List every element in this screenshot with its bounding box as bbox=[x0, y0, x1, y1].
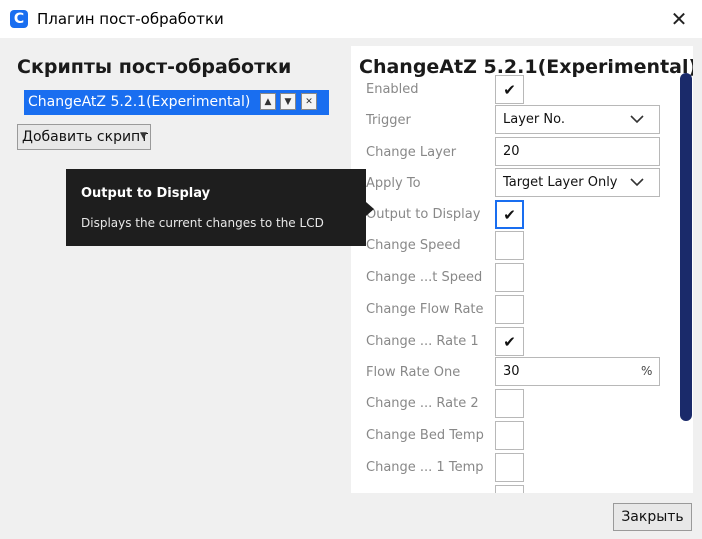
label-enabled: Enabled bbox=[366, 82, 419, 97]
settings-title: ChangeAtZ 5.2.1(Experimental) bbox=[359, 56, 693, 78]
vertical-scrollbar[interactable] bbox=[680, 73, 692, 421]
change-extruder-1-temp-checkbox[interactable] bbox=[495, 453, 524, 482]
label-change-extruder-1-temp: Change ... 1 Temp bbox=[366, 460, 484, 475]
chevron-down-icon bbox=[630, 178, 644, 187]
label-change-flow-rate-1: Change ... Rate 1 bbox=[366, 334, 479, 349]
label-change-layer: Change Layer bbox=[366, 145, 457, 160]
window-title: Плагин пост-обработки bbox=[37, 10, 224, 28]
trigger-select[interactable]: Layer No. bbox=[495, 105, 660, 134]
title-bar: C Плагин пост-обработки ✕ bbox=[0, 0, 702, 38]
apply-to-value: Target Layer Only bbox=[503, 175, 618, 190]
tooltip-text: Displays the current changes to the LCD bbox=[81, 216, 324, 230]
label-trigger: Trigger bbox=[366, 113, 411, 128]
change-flow-rate-2-checkbox[interactable] bbox=[495, 389, 524, 418]
percent-unit: % bbox=[641, 364, 653, 378]
change-layer-input[interactable]: 20 bbox=[495, 137, 660, 166]
label-change-flow-rate: Change Flow Rate bbox=[366, 302, 484, 317]
remove-script-icon[interactable]: ✕ bbox=[301, 93, 317, 110]
move-up-icon[interactable]: ▲ bbox=[260, 93, 276, 110]
label-change-print-speed: Change ...t Speed bbox=[366, 270, 483, 285]
change-flow-rate-checkbox[interactable] bbox=[495, 295, 524, 324]
trigger-value: Layer No. bbox=[503, 112, 565, 127]
output-to-display-checkbox[interactable]: ✔ bbox=[495, 200, 524, 229]
cura-logo-icon: C bbox=[10, 10, 28, 28]
scripts-heading: Скрипты пост-обработки bbox=[17, 56, 292, 78]
check-icon: ✔ bbox=[503, 205, 516, 224]
label-change-bed-temp: Change Bed Temp bbox=[366, 428, 484, 443]
check-icon: ✔ bbox=[503, 332, 516, 351]
tooltip-title: Output to Display bbox=[81, 186, 211, 201]
change-print-speed-checkbox[interactable] bbox=[495, 263, 524, 292]
dropdown-arrow-icon: ▼ bbox=[140, 131, 147, 141]
script-settings-panel: ChangeAtZ 5.2.1(Experimental) Enabled ✔ … bbox=[351, 46, 693, 493]
add-script-button[interactable]: Добавить скрипт ▼ bbox=[17, 124, 151, 150]
change-speed-checkbox[interactable] bbox=[495, 231, 524, 260]
flow-rate-one-value: 30 bbox=[503, 364, 520, 379]
label-change-speed: Change Speed bbox=[366, 238, 461, 253]
close-button[interactable]: Закрыть bbox=[613, 503, 692, 531]
change-flow-rate-1-checkbox[interactable]: ✔ bbox=[495, 327, 524, 356]
label-flow-rate-one: Flow Rate One bbox=[366, 365, 461, 380]
add-script-label: Добавить скрипт bbox=[22, 129, 149, 145]
tooltip: Output to Display Displays the current c… bbox=[66, 169, 374, 246]
script-item-label: ChangeAtZ 5.2.1(Experimental) bbox=[28, 94, 251, 110]
label-change-flow-rate-2: Change ... Rate 2 bbox=[366, 396, 479, 411]
label-output-to-display: Output to Display bbox=[366, 207, 481, 222]
change-layer-value: 20 bbox=[503, 144, 520, 159]
script-list-item[interactable]: ChangeAtZ 5.2.1(Experimental) ▲ ▼ ✕ bbox=[24, 90, 329, 115]
label-apply-to: Apply To bbox=[366, 176, 421, 191]
move-down-icon[interactable]: ▼ bbox=[280, 93, 296, 110]
chevron-down-icon bbox=[630, 115, 644, 124]
apply-to-select[interactable]: Target Layer Only bbox=[495, 168, 660, 197]
close-icon[interactable]: ✕ bbox=[664, 4, 694, 34]
next-setting-checkbox[interactable] bbox=[495, 485, 524, 493]
change-bed-temp-checkbox[interactable] bbox=[495, 421, 524, 450]
flow-rate-one-input[interactable]: 30 % bbox=[495, 357, 660, 386]
enabled-checkbox[interactable]: ✔ bbox=[495, 75, 524, 104]
check-icon: ✔ bbox=[503, 80, 516, 99]
